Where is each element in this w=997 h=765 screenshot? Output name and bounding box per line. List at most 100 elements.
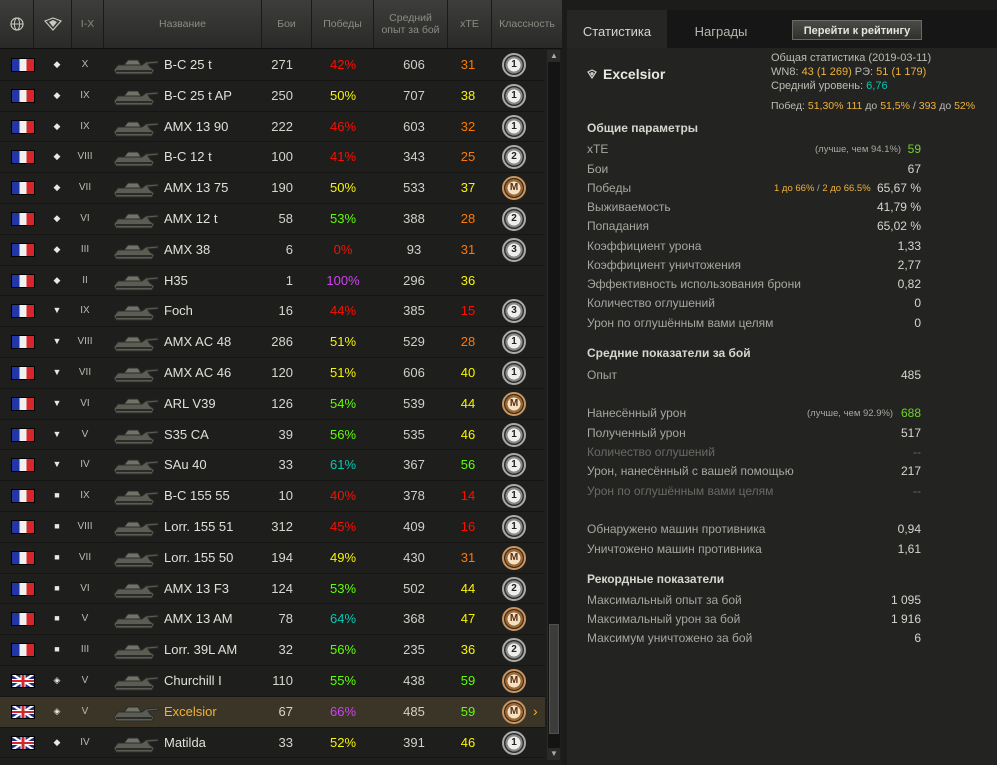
avg-dealt-value: 688 xyxy=(900,406,921,420)
battles-cell: 67 xyxy=(278,703,293,719)
xte-cell: 46 xyxy=(460,426,476,442)
stat-wins-note: 1 до 66% / 2 до 66.5% xyxy=(774,183,871,194)
mastery-badge-icon: 1 xyxy=(502,514,526,539)
vehicle-name-cell: AMX 12 t xyxy=(164,210,218,226)
france-flag-icon xyxy=(11,612,35,627)
tier-cell: IX xyxy=(80,305,90,317)
battles-cell: 1 xyxy=(285,272,293,288)
wins-cell: 51% xyxy=(329,334,357,350)
table-row[interactable]: ▼ VII AMX AC 46 120 51% 606 40 1 xyxy=(0,358,545,389)
table-row[interactable]: ◆ IV Matilda 33 52% 391 46 1 xyxy=(0,728,545,759)
table-row[interactable]: ◆ VI AMX 12 t 58 53% 388 28 2 xyxy=(0,204,545,235)
avg-exp-cell: 485 xyxy=(403,703,425,719)
tank-image-icon xyxy=(108,577,160,601)
mastery-badge-icon: 1 xyxy=(502,453,526,478)
battles-cell: 194 xyxy=(271,549,293,565)
vehicle-stats-panel: Статистика Награды Перейти к рейтингу Ex… xyxy=(567,0,997,765)
scrollbar-thumb[interactable] xyxy=(549,624,559,734)
vehicle-name-cell: AMX AC 46 xyxy=(164,364,232,380)
table-row[interactable]: ◆ VIII B-C 12 t 100 41% 343 25 2 xyxy=(0,142,545,174)
tier-cell: II xyxy=(82,274,88,286)
table-row[interactable]: ◆ III AMX 38 6 0% 93 31 3 xyxy=(0,235,545,266)
wins-cell: 49% xyxy=(329,549,357,565)
vehicle-class-icon: ◆ xyxy=(53,89,61,100)
xte-cell: 38 xyxy=(460,87,476,103)
wins-cell: 52% xyxy=(329,734,357,750)
france-flag-icon xyxy=(11,458,35,473)
mastery-column-header[interactable]: Классность xyxy=(492,0,562,48)
nation-column-header[interactable] xyxy=(0,0,34,48)
vehicle-name-cell: AMX 13 90 xyxy=(164,118,229,134)
wins-column-header[interactable]: Победы xyxy=(312,0,374,48)
avg-level-label: Средний уровень: xyxy=(771,80,864,92)
re-value: 51 xyxy=(876,66,889,78)
wins-cell: 53% xyxy=(329,210,357,226)
tank-image-icon xyxy=(108,330,160,354)
tab-statistics[interactable]: Статистика xyxy=(567,10,667,48)
table-row[interactable]: ▼ IX Foch 16 44% 385 15 3 xyxy=(0,296,545,328)
france-flag-icon xyxy=(11,581,35,596)
xte-column-header[interactable]: xTE xyxy=(448,0,492,48)
xte-cell: 31 xyxy=(460,549,476,565)
battles-column-header[interactable]: Бои xyxy=(262,0,312,48)
section-average-title: Средние показатели за бой xyxy=(587,346,751,360)
name-column-header[interactable]: Название xyxy=(104,0,262,48)
avg-assist-value: 217 xyxy=(900,464,921,478)
table-row[interactable]: ◆ VII AMX 13 75 190 50% 533 37 M xyxy=(0,173,545,204)
mastery-badge-icon: M xyxy=(502,607,526,632)
table-header: I-X Название Бои Победы Средний опыт за … xyxy=(0,0,562,49)
wins-cell: 45% xyxy=(329,518,357,534)
type-column-header[interactable] xyxy=(34,0,72,48)
mastery-badge-icon: 1 xyxy=(502,360,526,385)
tier-cell: VI xyxy=(80,397,90,409)
tier-cell: VIII xyxy=(77,520,93,532)
mastery-badge-icon: M xyxy=(502,699,526,724)
scroll-down-icon[interactable]: ▼ xyxy=(548,748,560,760)
scroll-up-icon[interactable]: ▲ xyxy=(548,50,560,62)
go-to-rating-button[interactable]: Перейти к рейтингу xyxy=(792,20,922,40)
mastery-badge-icon: 2 xyxy=(502,638,526,663)
uk-flag-icon xyxy=(11,673,35,688)
table-row[interactable]: ■ V AMX 13 AM 78 64% 368 47 M xyxy=(0,604,545,636)
table-row[interactable]: ■ VI AMX 13 F3 124 53% 502 44 2 xyxy=(0,574,545,605)
table-row[interactable]: ■ IX B-C 155 55 10 40% 378 14 1 xyxy=(0,481,545,512)
avg-exp-label: Опыт xyxy=(587,368,617,382)
chevron-right-icon: › xyxy=(533,702,538,719)
wins-cell: 50% xyxy=(329,180,357,196)
tank-image-icon xyxy=(108,453,160,477)
table-row[interactable]: ▼ VI ARL V39 126 54% 539 44 M xyxy=(0,389,545,420)
stat-dmg-ratio-value: 1,33 xyxy=(897,239,921,253)
france-flag-icon xyxy=(11,304,35,319)
table-row[interactable]: ▼ IV SAu 40 33 61% 367 56 1 xyxy=(0,450,545,482)
tank-image-icon xyxy=(108,546,160,570)
avg-exp-cell: 93 xyxy=(406,241,422,257)
table-row[interactable]: ◈ V Excelsior 67 66% 485 59 M › xyxy=(0,696,545,728)
table-row[interactable]: ◆ X B-C 25 t 271 42% 606 31 1 xyxy=(0,50,545,81)
table-row[interactable]: ▼ V S35 CA 39 56% 535 46 1 xyxy=(0,420,545,451)
wins-cell: 44% xyxy=(329,303,357,319)
stat-stun-dmg-label: Урон по оглушённым вами целям xyxy=(587,316,774,330)
tier-column-header[interactable]: I-X xyxy=(72,0,104,48)
table-row[interactable]: ■ III Lorr. 39L AM 32 56% 235 36 2 xyxy=(0,635,545,666)
table-row[interactable]: ◈ V Churchill I 110 55% 438 59 M xyxy=(0,666,545,697)
table-row[interactable]: ■ VIII Lorr. 155 51 312 45% 409 16 1 xyxy=(0,512,545,543)
avg-exp-column-header[interactable]: Средний опыт за бой xyxy=(374,0,448,48)
table-row[interactable]: ◆ IX B-C 25 t AP 250 50% 707 38 1 xyxy=(0,81,545,112)
tank-image-icon xyxy=(108,53,160,77)
table-row[interactable]: ◆ IX AMX 13 90 222 46% 603 32 1 xyxy=(0,112,545,143)
avg-stuns-value: -- xyxy=(913,445,921,459)
vehicle-list-scrollbar[interactable]: ▲ ▼ xyxy=(547,50,560,760)
table-row[interactable]: ■ VII Lorr. 155 50 194 49% 430 31 M xyxy=(0,543,545,574)
vehicle-name-cell: AMX 13 75 xyxy=(164,180,229,196)
vehicle-class-icon: ◈ xyxy=(53,674,61,685)
battles-cell: 190 xyxy=(271,180,293,196)
mastery-badge-icon: 1 xyxy=(502,53,526,77)
tank-image-icon xyxy=(108,84,160,108)
tank-image-icon xyxy=(108,700,160,724)
table-row[interactable]: ◆ II H35 1 100% 296 36 xyxy=(0,266,545,297)
table-row[interactable]: ▼ VIII AMX AC 48 286 51% 529 28 1 xyxy=(0,327,545,358)
vehicle-name-cell: SAu 40 xyxy=(164,457,207,473)
tab-awards[interactable]: Награды xyxy=(671,10,771,48)
xte-cell: 36 xyxy=(460,272,476,288)
mastery-badge-icon: 2 xyxy=(502,576,526,601)
